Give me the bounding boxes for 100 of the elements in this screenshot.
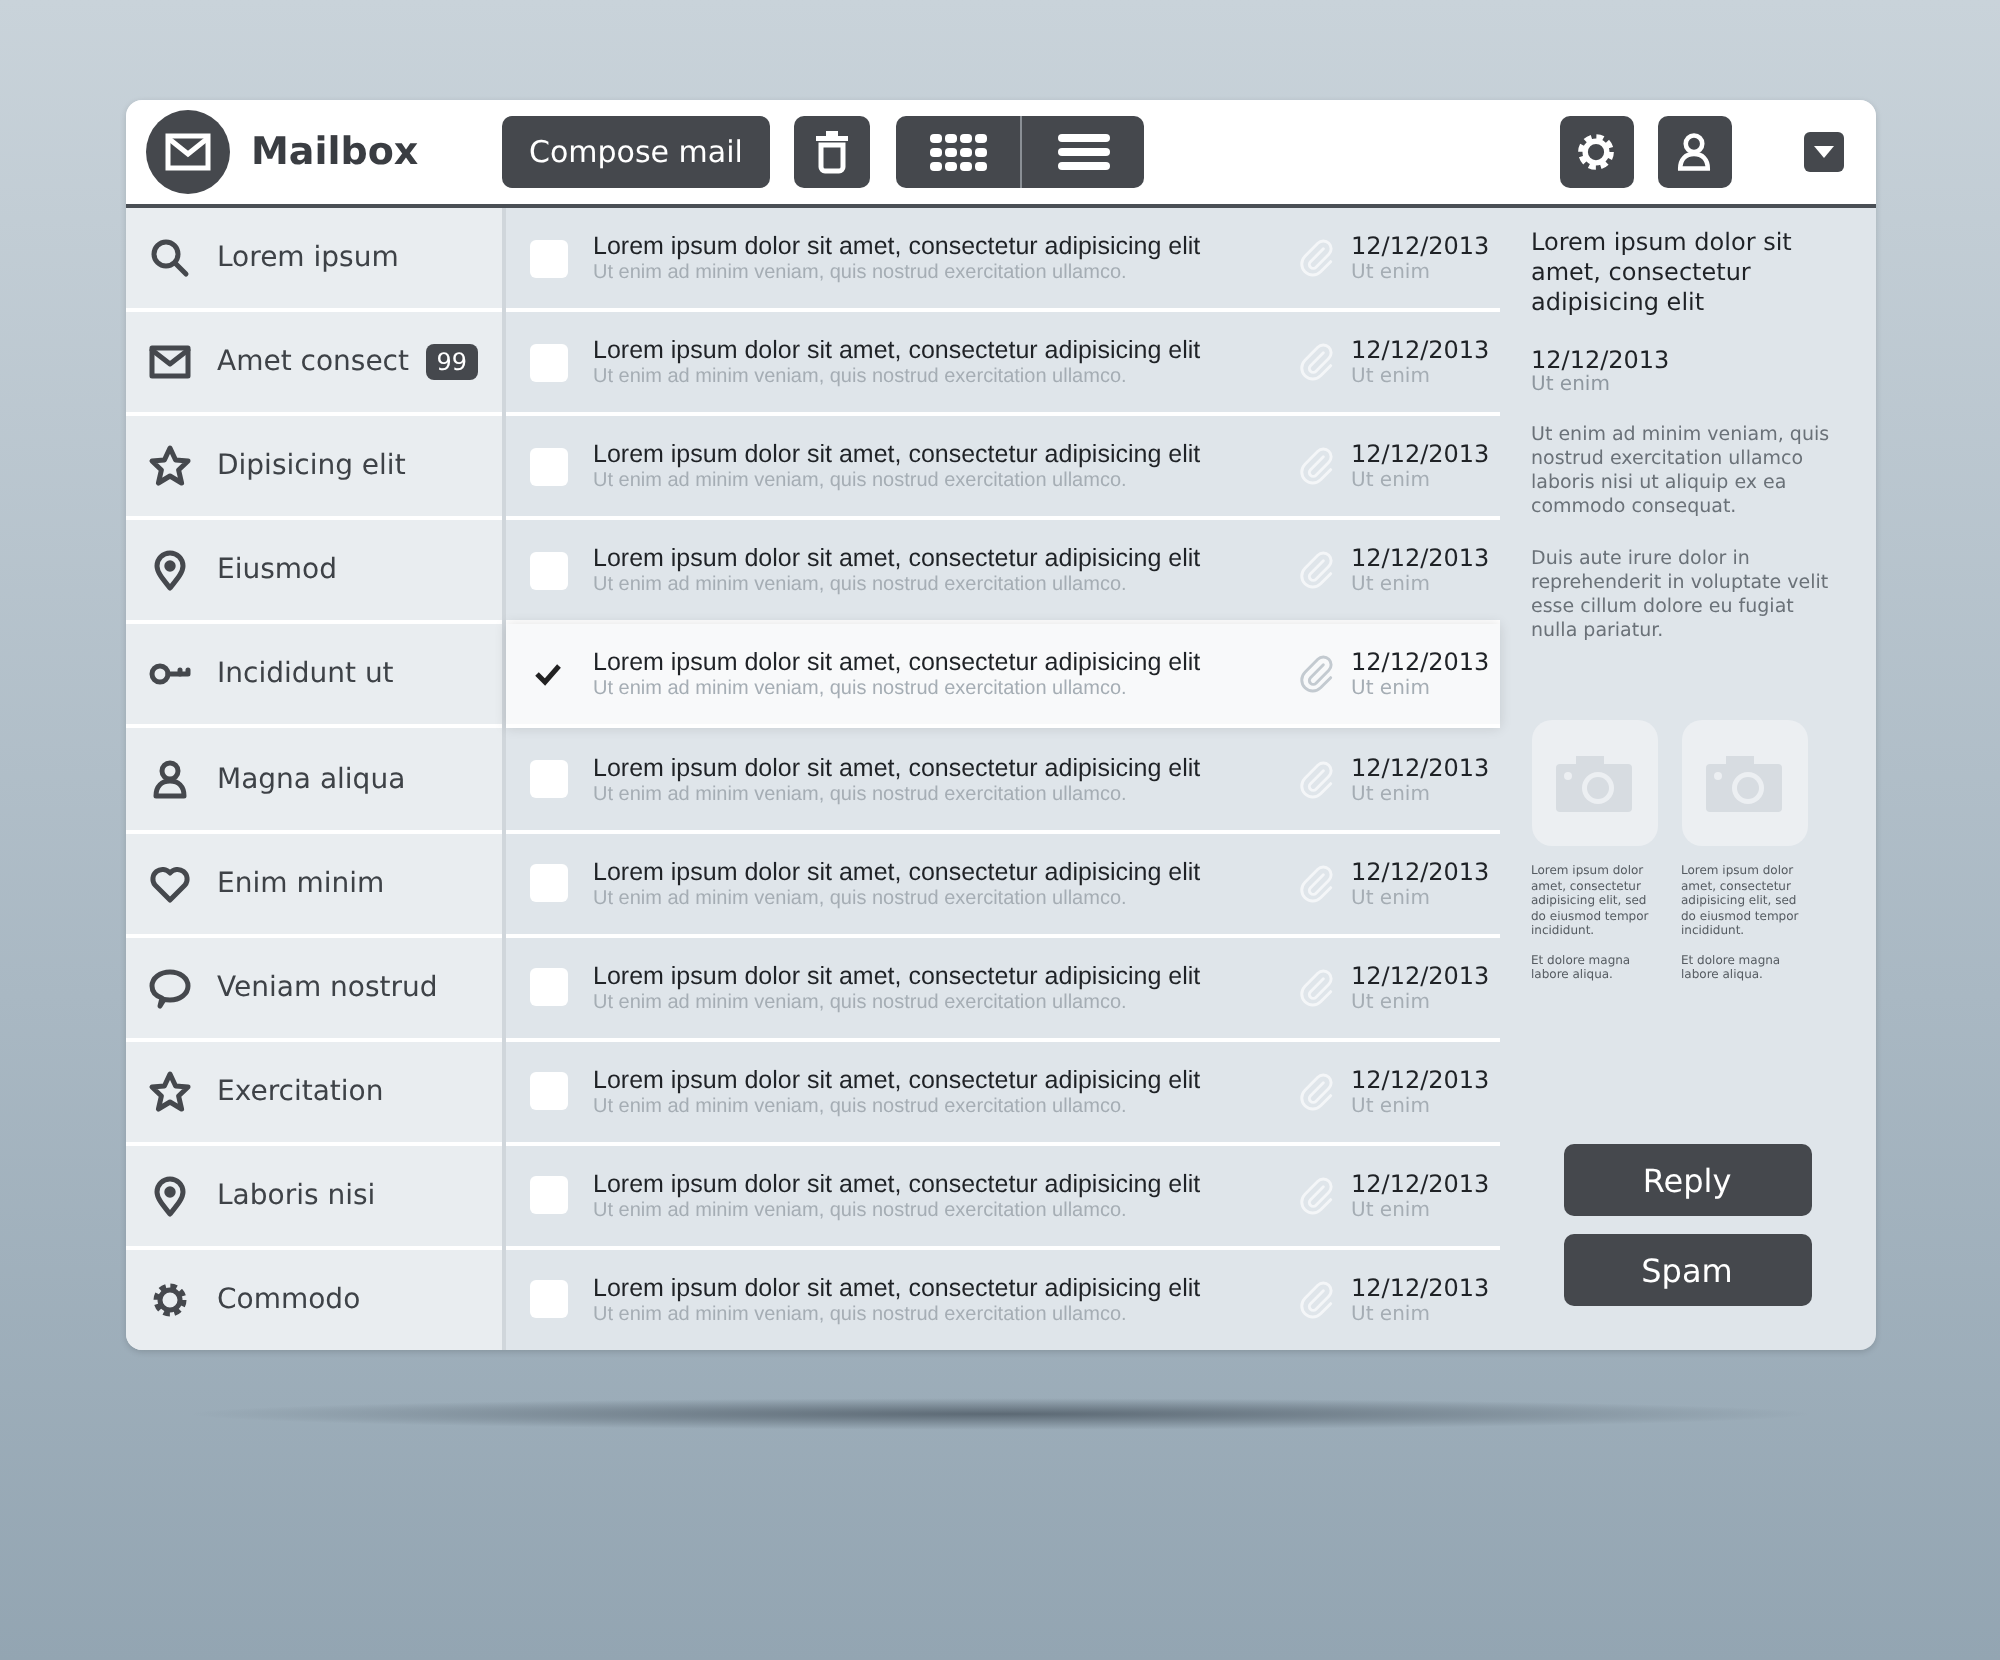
message-subject: Lorem ipsum dolor sit amet, consectetur adipisicing elit — [593, 544, 1203, 573]
sidebar-item[interactable]: Veniam nostrud — [125, 937, 501, 1042]
sidebar-item[interactable]: Incididunt ut — [125, 624, 501, 729]
sidebar-label: Incididunt ut — [217, 658, 396, 691]
message-subject: Lorem ipsum dolor sit amet, consectetur adipisicing elit — [593, 232, 1203, 261]
count-badge: 99 — [426, 344, 477, 381]
app-title: Mailbox — [251, 130, 421, 174]
message-subject: Lorem ipsum dolor sit amet, consectetur adipisicing elit — [593, 1273, 1203, 1302]
reading-date: 12/12/2013 — [1531, 346, 1672, 374]
sidebar-item[interactable]: Amet consect 99 — [125, 312, 501, 417]
sidebar-item[interactable]: Lorem ipsum — [125, 208, 501, 313]
reading-subject: Lorem ipsum dolor sit amet, consectetur adipisicing elit — [1531, 228, 1794, 318]
message-note: Ut enim — [1351, 1095, 1432, 1118]
message-note: Ut enim — [1351, 783, 1432, 806]
settings-button[interactable] — [1559, 116, 1633, 188]
message-note: Ut enim — [1351, 991, 1432, 1014]
message-note: Ut enim — [1351, 1199, 1432, 1222]
sidebar-label: Enim minim — [217, 867, 387, 900]
message-preview: Ut enim ad minim veniam, quis nostrud exercitation ullamco. — [593, 678, 1129, 701]
message-date: 12/12/2013 — [1351, 1169, 1483, 1198]
compose-button[interactable]: Compose mail — [501, 116, 771, 188]
sidebar-item[interactable]: Dipisicing elit — [125, 416, 501, 521]
message-preview: Ut enim ad minim veniam, quis nostrud exercitation ullamco. — [593, 1303, 1129, 1326]
sidebar-item[interactable]: Exercitation — [125, 1041, 501, 1146]
message-date: 12/12/2013 — [1351, 440, 1483, 469]
envelope-logo-icon — [145, 110, 229, 194]
message-date: 12/12/2013 — [1351, 961, 1483, 990]
checkbox[interactable] — [529, 1280, 567, 1319]
message-subject: Lorem ipsum dolor sit amet, consectetur adipisicing elit — [593, 857, 1203, 886]
message-note: Ut enim — [1351, 262, 1432, 285]
checkbox[interactable] — [529, 760, 567, 799]
message-date: 12/12/2013 — [1351, 753, 1483, 782]
checkbox[interactable] — [529, 1176, 567, 1215]
sidebar-label: Exercitation — [217, 1075, 386, 1108]
message-date: 12/12/2013 — [1351, 1065, 1483, 1094]
checkbox[interactable] — [529, 1072, 567, 1111]
message-date: 12/12/2013 — [1351, 648, 1483, 677]
checkbox[interactable] — [529, 447, 567, 486]
message-note: Ut enim — [1351, 470, 1432, 493]
sidebar-label: Eiusmod — [217, 554, 339, 587]
message-subject: Lorem ipsum dolor sit amet, consectetur adipisicing elit — [593, 1169, 1203, 1198]
sidebar-item[interactable]: Laboris nisi — [125, 1145, 501, 1250]
dropdown-button[interactable] — [1803, 132, 1843, 172]
reading-paragraph: Duis aute irure dolor in reprehenderit in voluptate velit esse cillum dolore eu fugiat nulla pariatur. — [1531, 548, 1831, 644]
message-note: Ut enim — [1351, 887, 1432, 910]
message-row[interactable]: Lorem ipsum dolor sit amet, consectetur adipisicing elit Ut enim ad minim veniam, quis nostrud exercitation ullamco. 12/12/2013 Ut enim — [505, 833, 1499, 938]
message-preview: Ut enim ad minim veniam, quis nostrud exercitation ullamco. — [593, 887, 1129, 910]
action-button[interactable]: Spam — [1563, 1234, 1811, 1306]
checkbox[interactable] — [529, 968, 567, 1007]
message-preview: Ut enim ad minim veniam, quis nostrud exercitation ullamco. — [593, 262, 1129, 285]
message-subject: Lorem ipsum dolor sit amet, consectetur adipisicing elit — [593, 440, 1203, 469]
sidebar-label: Laboris nisi — [217, 1179, 378, 1212]
message-date: 12/12/2013 — [1351, 1273, 1483, 1302]
message-preview: Ut enim ad minim veniam, quis nostrud exercitation ullamco. — [593, 366, 1129, 389]
message-subject: Lorem ipsum dolor sit amet, consectetur adipisicing elit — [593, 961, 1203, 990]
message-row[interactable]: Lorem ipsum dolor sit amet, consectetur adipisicing elit Ut enim ad minim veniam, quis nostrud exercitation ullamco. 12/12/2013 Ut enim — [505, 208, 1499, 313]
message-date: 12/12/2013 — [1351, 232, 1483, 261]
message-preview: Ut enim ad minim veniam, quis nostrud exercitation ullamco. — [593, 470, 1129, 493]
grid-icon — [928, 132, 989, 172]
message-subject: Lorem ipsum dolor sit amet, consectetur adipisicing elit — [593, 753, 1203, 782]
message-row[interactable]: Lorem ipsum dolor sit amet, consectetur adipisicing elit Ut enim ad minim veniam, quis nostrud exercitation ullamco. 12/12/2013 Ut enim — [505, 624, 1499, 729]
delete-button[interactable] — [794, 116, 871, 188]
message-preview: Ut enim ad minim veniam, quis nostrud exercitation ullamco. — [593, 1199, 1129, 1222]
checkbox[interactable] — [529, 239, 567, 278]
message-date: 12/12/2013 — [1351, 857, 1483, 886]
sidebar-label: Magna aliqua — [217, 763, 408, 796]
reading-note: Ut enim — [1531, 374, 1612, 396]
checkbox[interactable] — [529, 343, 567, 382]
message-row[interactable]: Lorem ipsum dolor sit amet, consectetur adipisicing elit Ut enim ad minim veniam, quis nostrud exercitation ullamco. 12/12/2013 Ut enim — [505, 1041, 1499, 1146]
list-view-button[interactable] — [1020, 116, 1145, 188]
profile-button[interactable] — [1657, 116, 1731, 188]
user-icon — [1672, 128, 1716, 176]
star-icon — [145, 442, 193, 491]
message-date: 12/12/2013 — [1351, 336, 1483, 365]
message-row[interactable]: Lorem ipsum dolor sit amet, consectetur adipisicing elit Ut enim ad minim veniam, quis nostrud exercitation ullamco. 12/12/2013 Ut enim — [505, 1145, 1499, 1250]
message-note: Ut enim — [1351, 1303, 1432, 1326]
message-row[interactable]: Lorem ipsum dolor sit amet, consectetur adipisicing elit Ut enim ad minim veniam, quis nostrud exercitation ullamco. 12/12/2013 Ut enim — [505, 416, 1499, 521]
message-note: Ut enim — [1351, 678, 1432, 701]
message-preview: Ut enim ad minim veniam, quis nostrud exercitation ullamco. — [593, 1095, 1129, 1118]
checkbox[interactable] — [529, 864, 567, 903]
star-icon — [145, 1067, 193, 1116]
grid-view-button[interactable] — [896, 116, 1021, 188]
message-row[interactable]: Lorem ipsum dolor sit amet, consectetur adipisicing elit Ut enim ad minim veniam, quis nostrud exercitation ullamco. 12/12/2013 Ut enim — [505, 937, 1499, 1042]
caret-icon — [1813, 146, 1833, 158]
sidebar-item[interactable]: Eiusmod — [125, 520, 501, 625]
message-row[interactable]: Lorem ipsum dolor sit amet, consectetur adipisicing elit Ut enim ad minim veniam, quis nostrud exercitation ullamco. 12/12/2013 Ut enim — [505, 1249, 1499, 1350]
sidebar-item[interactable]: Commodo — [125, 1249, 501, 1350]
sidebar-item[interactable]: Enim minim — [125, 833, 501, 938]
action-button[interactable]: Reply — [1563, 1144, 1811, 1216]
reading-paragraph: Ut enim ad minim veniam, quis nostrud exercitation ullamco laboris nisi ut aliquip ex ea commodo consequat. — [1531, 424, 1832, 520]
message-row[interactable]: Lorem ipsum dolor sit amet, consectetur adipisicing elit Ut enim ad minim veniam, quis nostrud exercitation ullamco. 12/12/2013 Ut enim — [505, 312, 1499, 417]
sidebar-item[interactable]: Magna aliqua — [125, 728, 501, 834]
checkbox[interactable] — [529, 551, 567, 590]
message-note: Ut enim — [1351, 366, 1432, 389]
trash-icon — [814, 130, 851, 174]
sidebar-label: Dipisicing elit — [217, 450, 408, 483]
sidebar-label: Lorem ipsum — [217, 242, 401, 275]
message-subject: Lorem ipsum dolor sit amet, consectetur adipisicing elit — [593, 648, 1203, 677]
message-row[interactable]: Lorem ipsum dolor sit amet, consectetur adipisicing elit Ut enim ad minim veniam, quis nostrud exercitation ullamco. 12/12/2013 Ut enim — [505, 728, 1499, 834]
sidebar-label: Amet consect — [217, 346, 411, 379]
